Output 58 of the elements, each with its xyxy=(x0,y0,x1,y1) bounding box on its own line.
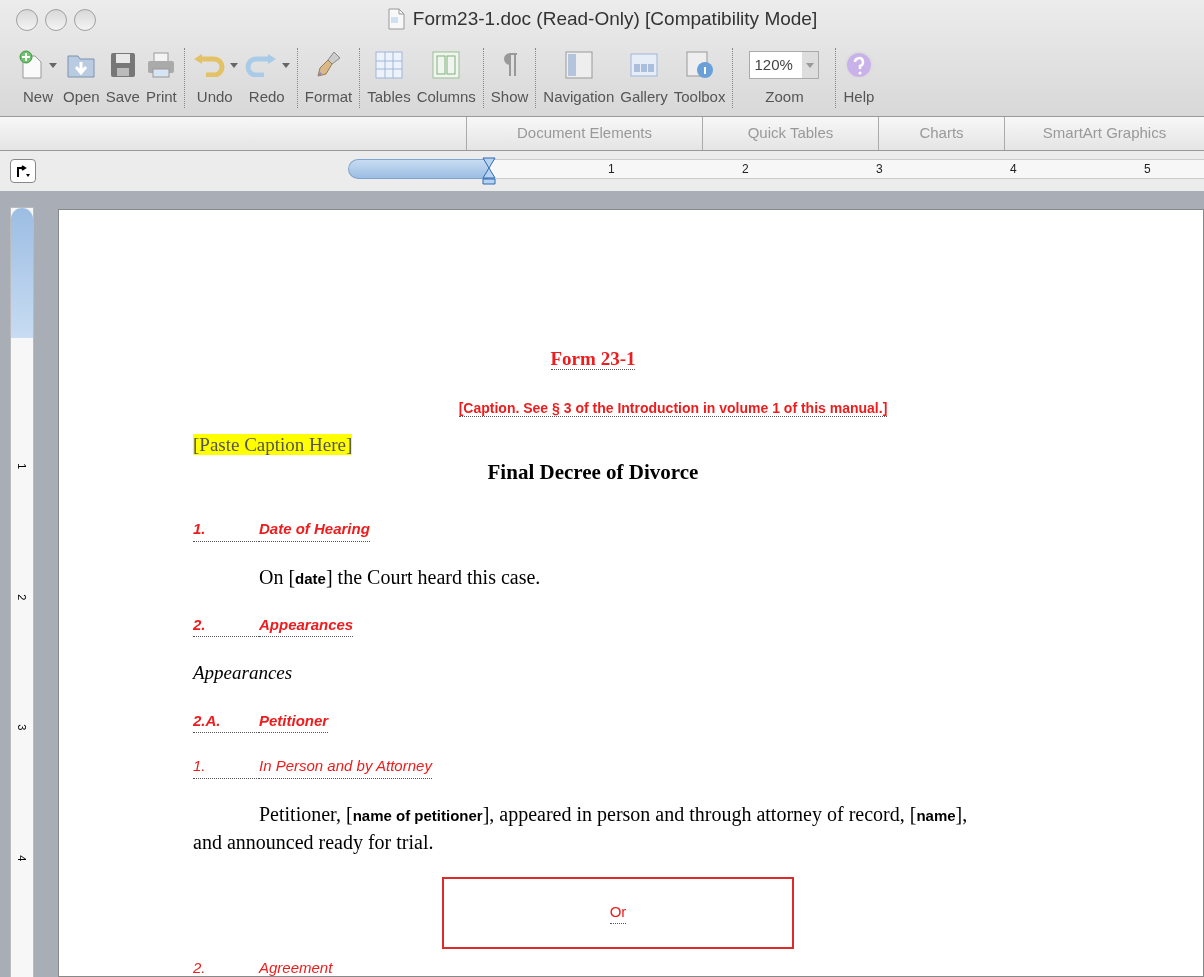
section-heading: Appearances xyxy=(259,613,354,637)
ruler-number: 1 xyxy=(608,161,616,178)
dropdown-arrow-icon[interactable] xyxy=(229,62,238,68)
toolbar-button[interactable]: Navigation xyxy=(540,38,618,109)
gallery-icon xyxy=(629,52,659,78)
highlighted-caption-text: [Paste Caption Here] xyxy=(193,433,353,455)
tab-stop-selector[interactable] xyxy=(10,159,36,183)
new-document-icon xyxy=(19,50,45,80)
dropdown-arrow-icon[interactable] xyxy=(49,62,57,68)
toolbar-button[interactable]: Columns xyxy=(413,38,479,109)
columns-icon xyxy=(431,50,462,80)
body-paragraph: On [date] the Court heard this case. xyxy=(258,564,542,590)
vertical-ruler[interactable]: 1 2 3 4 xyxy=(10,207,34,977)
printer-icon xyxy=(146,51,177,79)
toolbar-button[interactable]: Format xyxy=(301,38,356,109)
ruler-number: 1 xyxy=(15,463,30,470)
indent-marker-icon[interactable] xyxy=(482,157,496,185)
caption-note: [Caption. See § 3 of the Introduction in volume 1 of this manual.] xyxy=(458,399,888,417)
tab-stop-icon xyxy=(15,164,31,178)
section-heading: Petitioner xyxy=(259,709,329,733)
ruler-number: 3 xyxy=(15,724,30,731)
section-heading: Date of Hearing xyxy=(259,518,370,542)
toolbox-icon xyxy=(684,50,715,80)
section-number: 2. xyxy=(193,956,259,976)
toolbar-button[interactable]: Show xyxy=(487,38,532,109)
section-number: 2. xyxy=(193,613,259,637)
document-icon xyxy=(386,8,405,30)
section-number: 2.A. xyxy=(193,709,259,733)
toolbar-button[interactable]: Gallery xyxy=(617,38,671,109)
italic-paragraph: Appearances xyxy=(193,661,294,685)
toolbar-button[interactable]: New xyxy=(16,38,60,109)
section-heading: Agreement xyxy=(259,956,333,976)
ruler-number: 2 xyxy=(742,161,750,178)
toolbar-button[interactable]: Toolbox xyxy=(670,38,729,109)
toolbar-button[interactable]: Help xyxy=(840,38,878,109)
toolbar-button[interactable]: Undo xyxy=(188,38,241,109)
box-text: Or xyxy=(609,900,627,925)
sidebar-panel-icon xyxy=(563,50,594,80)
window-title: Form23-1.doc (Read-Only) [Compatibility Mode] xyxy=(412,6,818,31)
ruler-number: 4 xyxy=(15,854,30,861)
table-grid-icon xyxy=(373,50,404,80)
ruler-number: 4 xyxy=(1010,161,1018,178)
document-heading: Final Decree of Divorce xyxy=(487,459,699,484)
ruler-number: 3 xyxy=(876,161,884,178)
ruler-number: 5 xyxy=(1144,161,1152,178)
section-heading: In Person and by Attorney xyxy=(259,755,432,779)
body-paragraph: Petitioner, [name of petitioner], appeared in person and through attorney of record, [name], and announced ready for trial. xyxy=(193,801,969,855)
dropdown-arrow-icon[interactable] xyxy=(281,62,290,68)
toolbar-button[interactable]: Open xyxy=(60,38,103,109)
redo-arrow-icon xyxy=(243,53,278,77)
toolbar-button[interactable]: Tables xyxy=(364,38,414,109)
toolbar-button[interactable]: Print xyxy=(142,38,180,109)
section-number: 1. xyxy=(193,755,259,779)
toolbar-button[interactable]: Redo xyxy=(240,38,293,109)
ruler-number: 2 xyxy=(15,593,30,600)
toolbar-button[interactable]: Save xyxy=(102,38,143,109)
form-number: Form 23-1 xyxy=(550,348,636,370)
section-number: 1. xyxy=(193,518,259,542)
